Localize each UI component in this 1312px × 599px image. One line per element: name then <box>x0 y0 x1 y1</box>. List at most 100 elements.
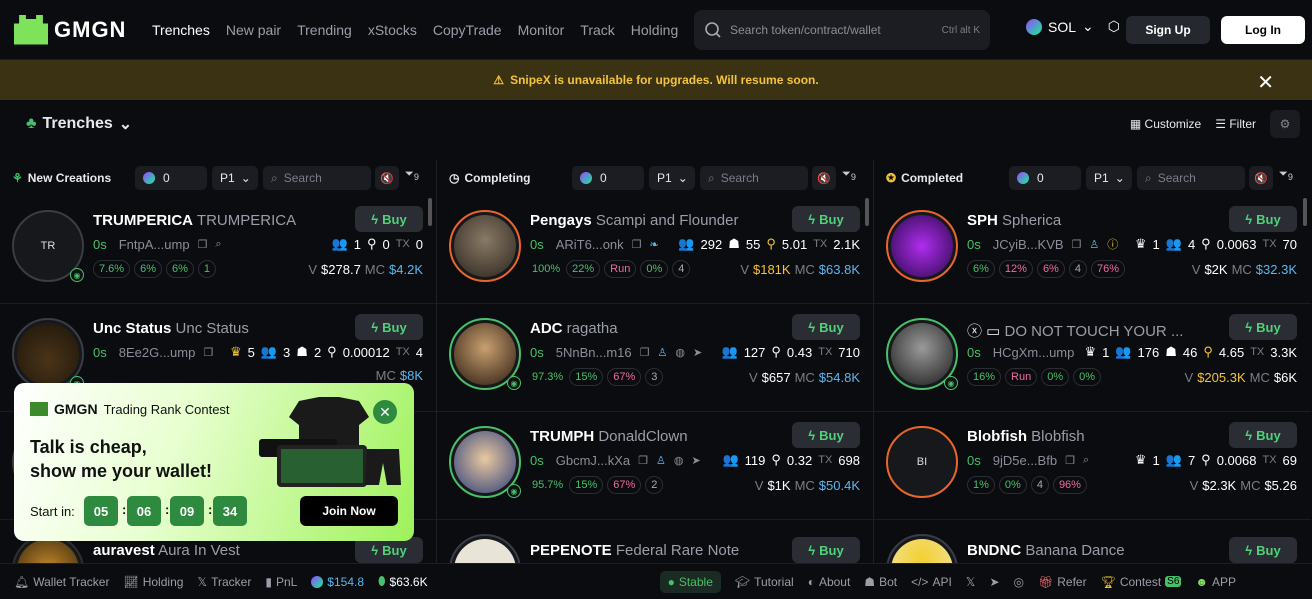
copy-icon[interactable]: ❐ <box>638 454 648 467</box>
amount: 4.65 <box>1218 344 1245 360</box>
telegram-icon[interactable]: ➤ <box>692 454 701 467</box>
buy-button[interactable]: ϟ Buy <box>1229 422 1297 448</box>
nav-new-pair[interactable]: New pair <box>226 22 281 38</box>
buy-button[interactable]: ϟ Buy <box>792 537 860 563</box>
mute-icon[interactable]: 🔇 <box>812 166 836 190</box>
buy-button[interactable]: ϟ Buy <box>1229 314 1297 340</box>
token-card[interactable]: ◉ ⓧ ▭ DO NOT TOUCH YOUR ... ϟ Buy 0s HCgX… <box>874 304 1311 412</box>
buy-button[interactable]: ϟ Buy <box>1229 206 1297 232</box>
buy-button[interactable]: ϟ Buy <box>355 314 423 340</box>
contest-link[interactable]: 🏆︎ Contest S6 <box>1101 575 1182 589</box>
android-icon: ☻ <box>1195 574 1209 589</box>
buy-button[interactable]: ϟ Buy <box>792 206 860 232</box>
token-card[interactable]: Pengays Scampi and Flounder ϟ Buy 0s ARiT… <box>437 196 873 304</box>
globe-icon[interactable]: ◍ <box>674 454 684 467</box>
token-card[interactable]: PEPENOTE Federal Rare Note ϟ Buy <box>437 520 873 563</box>
settings-icon[interactable]: ⬡ <box>1108 18 1120 35</box>
customize-button[interactable]: ▦ Customize <box>1130 117 1201 131</box>
close-icon[interactable]: ✕ <box>1257 70 1274 95</box>
bot-link[interactable]: ☗ Bot <box>864 575 897 589</box>
nav-trending[interactable]: Trending <box>297 22 352 38</box>
copy-icon[interactable]: ❐ <box>198 238 208 251</box>
pnl-button[interactable]: ▮ PnL <box>265 575 297 589</box>
telegram-icon[interactable]: ➤ <box>989 575 999 589</box>
column-filter-button[interactable]: ⏷9 <box>1279 168 1293 182</box>
token-chips-row: 97.3% 15% 67% 3 V $657 MC $54.8K <box>532 368 860 386</box>
copy-icon[interactable]: ❐ <box>632 238 642 251</box>
user-icon[interactable]: ♙ <box>656 454 666 467</box>
filter-button[interactable]: ☰ Filter <box>1215 117 1256 131</box>
stable-status[interactable]: ● Stable <box>659 570 721 593</box>
tracker-button[interactable]: 𝕏 Tracker <box>197 575 251 589</box>
token-card[interactable]: ◉ TRUMPH DonaldClown ϟ Buy 0s GbcmJ...kXa… <box>437 412 873 520</box>
token-card[interactable]: BI Blobfish Blobfish ϟ Buy 0s 9jD5e...Bfb… <box>874 412 1311 520</box>
mute-icon[interactable]: 🔇 <box>1249 166 1273 190</box>
token-card[interactable]: SPH Spherica ϟ Buy 0s JCyiB...KVB ❐ ♙ ⓘ ♛… <box>874 196 1311 304</box>
wallet-tracker-button[interactable]: 🔔︎ Wallet Tracker <box>14 575 109 589</box>
nav-monitor[interactable]: Monitor <box>518 22 565 38</box>
tutorial-link[interactable]: 🎓︎ Tutorial <box>735 575 794 589</box>
chain-label: SOL <box>1048 18 1077 35</box>
sol-amount-input[interactable]: 0 <box>572 166 644 190</box>
trenches-dropdown[interactable]: ♣ Trenches ⌄ <box>26 114 132 134</box>
token-card[interactable]: BNDNC Banana Dance ϟ Buy <box>874 520 1311 563</box>
copy-icon[interactable]: ❐ <box>1072 238 1082 251</box>
search-icon[interactable]: ⌕ <box>215 238 221 251</box>
logo[interactable]: GMGN <box>14 14 136 45</box>
global-search[interactable]: Search token/contract/wallet Ctrl alt K <box>694 10 990 50</box>
gear-icon[interactable]: ⚙ <box>1270 110 1300 138</box>
nav-track[interactable]: Track <box>580 22 614 38</box>
column-filter-button[interactable]: ⏷9 <box>842 168 856 182</box>
copy-icon[interactable]: ❐ <box>203 346 213 359</box>
sol-amount-input[interactable]: 0 <box>135 166 207 190</box>
preset-select[interactable]: P1 ⌄ <box>1086 166 1132 190</box>
app-link[interactable]: ☻ APP <box>1195 575 1236 589</box>
buy-button[interactable]: ϟ Buy <box>792 422 860 448</box>
lightning-icon: ϟ <box>371 319 379 335</box>
holding-button[interactable]: 📈︎ Holding <box>123 575 183 589</box>
discord-icon[interactable]: ◎ <box>1014 575 1024 589</box>
buy-button[interactable]: ϟ Buy <box>355 206 423 232</box>
token-stats-row: 0s 5NnBn...m16 ❐ ♙ ◍ ➤ 👥 127 ⚲ 0.43 TX 710 <box>530 344 860 360</box>
holders-icon: 👥 <box>1115 344 1132 359</box>
api-link[interactable]: </> API <box>911 575 952 589</box>
token-card[interactable]: TR ◉ TRUMPERICA TRUMPERICA ϟ Buy 0s FntpA… <box>0 196 436 304</box>
user-icon[interactable]: ♙ <box>1089 238 1099 251</box>
copy-icon[interactable]: ❐ <box>640 346 650 359</box>
column-search-input[interactable]: ⌕ Search <box>263 166 371 190</box>
close-icon[interactable]: ✕ <box>373 400 397 424</box>
buy-button[interactable]: ϟ Buy <box>1229 537 1297 563</box>
refer-link[interactable]: 🎁︎ Refer <box>1038 575 1087 589</box>
signup-button[interactable]: Sign Up <box>1126 16 1210 44</box>
x-icon[interactable]: 𝕏 <box>966 575 976 589</box>
nav-xstocks[interactable]: xStocks <box>368 22 417 38</box>
nav-trenches[interactable]: Trenches <box>152 22 210 38</box>
about-link[interactable]: ◐ About <box>808 575 851 589</box>
column-search-input[interactable]: ⌕ Search <box>700 166 808 190</box>
column-search-input[interactable]: ⌕ Search <box>1137 166 1245 190</box>
join-now-button[interactable]: Join Now <box>300 496 398 526</box>
preset-select[interactable]: P1 ⌄ <box>212 166 258 190</box>
login-button[interactable]: Log In <box>1221 16 1305 44</box>
search-icon[interactable]: ⌕ <box>1083 454 1089 467</box>
search-placeholder: Search <box>1157 171 1196 185</box>
token-name: Blobfish <box>1031 428 1085 445</box>
chain-selector[interactable]: SOL ⌄ ⬡ <box>1026 18 1120 35</box>
pump-icon: ◉ <box>944 376 958 390</box>
buy-button[interactable]: ϟ Buy <box>792 314 860 340</box>
token-symbol: auravest <box>93 542 155 559</box>
token-card[interactable]: ◉ ADC ragatha ϟ Buy 0s 5NnBn...m16 ❐ ♙ ◍ … <box>437 304 873 412</box>
globe-icon[interactable]: ◍ <box>675 346 685 359</box>
nav-copytrade[interactable]: CopyTrade <box>433 22 502 38</box>
nav-holding[interactable]: Holding <box>631 22 678 38</box>
column-filter-button[interactable]: ⏷9 <box>405 168 419 182</box>
user-icon[interactable]: ♙ <box>657 346 667 359</box>
telegram-icon[interactable]: ➤ <box>693 346 702 359</box>
sol-amount-input[interactable]: 0 <box>1009 166 1081 190</box>
bot-icon: ☗ <box>1165 344 1177 359</box>
token-chips-row: 1% 0% 4 96% V $2.3K MC $5.26 <box>967 476 1297 494</box>
copy-icon[interactable]: ❐ <box>1065 454 1075 467</box>
token-name: Spherica <box>1002 212 1062 229</box>
preset-select[interactable]: P1 ⌄ <box>649 166 695 190</box>
mute-icon[interactable]: 🔇 <box>375 166 399 190</box>
